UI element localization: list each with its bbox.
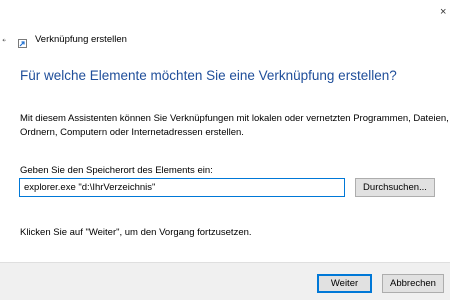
shortcut-wizard-icon — [18, 35, 27, 48]
back-arrow-icon[interactable]: ← — [0, 31, 6, 45]
browse-button[interactable]: Durchsuchen... — [355, 178, 435, 197]
page-heading: Für welche Elemente möchten Sie eine Ver… — [20, 68, 397, 83]
location-label: Geben Sie den Speicherort des Elements e… — [20, 165, 213, 176]
location-input[interactable] — [19, 178, 345, 197]
next-button[interactable]: Weiter — [317, 274, 372, 293]
close-icon[interactable]: × — [440, 6, 450, 18]
description-line-2: Ordnern, Computern oder Internetadressen… — [20, 127, 244, 138]
wizard-footer: Weiter Abbrechen — [0, 262, 450, 300]
create-shortcut-wizard: × ← Verknüpfung erstellen Für welche Ele… — [0, 0, 450, 300]
wizard-title: Verknüpfung erstellen — [35, 33, 127, 45]
cancel-button[interactable]: Abbrechen — [382, 274, 444, 293]
wizard-description: Mit diesem Assistenten können Sie Verknü… — [20, 112, 450, 140]
wizard-title-bar: Verknüpfung erstellen — [18, 31, 127, 48]
continue-hint: Klicken Sie auf "Weiter", um den Vorgang… — [20, 227, 252, 238]
description-line-1: Mit diesem Assistenten können Sie Verknü… — [20, 113, 449, 124]
